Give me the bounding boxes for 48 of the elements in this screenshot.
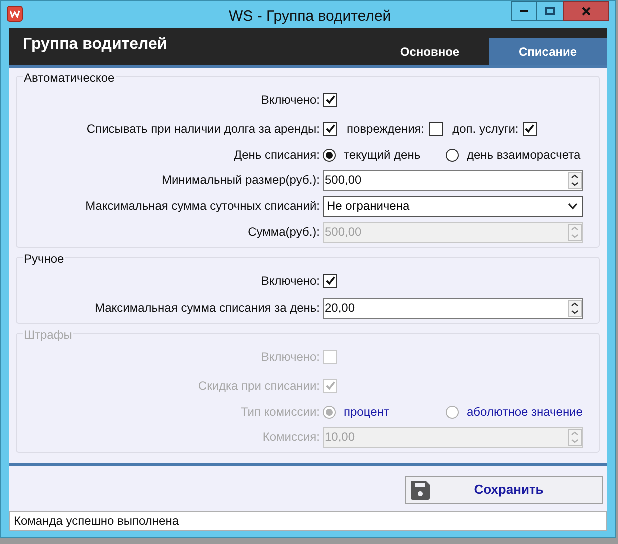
field-label: День списания: [232,147,321,164]
number-field[interactable]: 500,00 [323,170,583,190]
window-title: WS - Группа водителей [229,7,392,27]
field-label: Минимальный размер(руб.): [160,172,321,189]
radio-label: аболютное значение [467,404,583,421]
checkmark-icon [524,123,536,134]
spinner-arrows-icon[interactable] [568,300,582,316]
checkmark-icon [324,123,336,134]
minimize-icon [520,10,528,12]
radio-label: день взаиморасчета [467,147,581,164]
save-button[interactable]: Сохранить [405,476,603,504]
checkmark-icon [324,275,336,286]
field-label: Скидка при списании: [197,378,321,394]
number-field[interactable]: 20,00 [323,298,583,318]
radio-label: процент [344,404,390,421]
checkbox[interactable] [428,122,443,136]
checkbox[interactable] [323,274,337,288]
field-label: Включено: [260,348,321,366]
status-bar: Команда успешно выполнена [9,511,607,531]
field-label: Включено: [260,92,321,108]
checkbox-label: доп. услуги: [452,120,519,138]
radio-label: текущий день [344,147,421,164]
spinner-arrows-icon[interactable] [568,172,582,188]
maximize-icon [545,7,555,15]
field-label: Комиссия: [262,429,321,446]
radio-button[interactable] [323,148,336,162]
checkbox[interactable] [323,122,337,136]
checkbox[interactable] [323,92,337,106]
checkbox[interactable] [522,122,537,136]
field-label: Тип комиссии: [240,404,321,421]
field-label: Максимальная сумма списания за день: [94,300,321,317]
close-button[interactable] [563,1,609,21]
minimize-button[interactable] [511,1,537,21]
dropdown[interactable]: Не ограничена [323,196,583,216]
field-label: Сумма(руб.): [247,224,321,241]
header-title: Группа водителей [23,35,168,55]
app-logo-icon [7,6,23,22]
field-label: Максимальная сумма суточных списаний: [84,198,321,215]
radio-button[interactable] [446,148,459,162]
checkbox-label: повреждения: [347,120,425,138]
field-label: Списывать при наличии долга за аренды: [86,120,321,138]
chevron-down-icon [568,202,578,210]
close-icon [582,6,590,16]
checkmark-icon [324,94,336,105]
tab[interactable]: Основное [371,38,489,65]
tab[interactable]: Списание [489,38,607,65]
field-label: Включено: [260,272,321,290]
checkmark-icon [324,380,336,391]
